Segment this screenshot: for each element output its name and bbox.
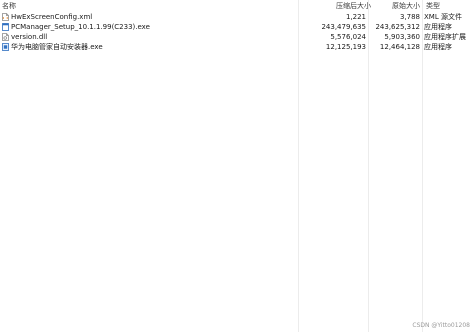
dll-file-icon xyxy=(2,33,9,41)
file-compressed-size: 5,576,024 xyxy=(330,33,366,41)
file-name: HwExScreenConfig.xml xyxy=(11,13,93,21)
file-type: 应用程序 xyxy=(424,23,452,31)
column-header-original-size[interactable]: 原始大小 xyxy=(392,1,420,11)
exe-file-icon xyxy=(2,23,9,31)
column-header-compressed-size[interactable]: 压缩后大小 xyxy=(336,1,371,11)
file-type: 应用程序扩展 xyxy=(424,33,466,41)
installer-exe-icon xyxy=(2,43,9,51)
file-row[interactable]: HwExScreenConfig.xml 1,221 3,788 XML 源文件 xyxy=(0,12,474,22)
watermark: CSDN @Yitto01208 xyxy=(412,322,470,329)
file-original-size: 3,788 xyxy=(399,13,420,21)
file-row[interactable]: 华为电脑管家自动安装器.exe 12,125,193 12,464,128 应用… xyxy=(0,42,474,52)
file-original-size: 5,903,360 xyxy=(384,33,420,41)
archive-file-list: 名称 压缩后大小 原始大小 类型 HwExScreenConfig.xml 1,… xyxy=(0,0,474,332)
file-compressed-size: 12,125,193 xyxy=(325,43,366,51)
file-row[interactable]: version.dll 5,576,024 5,903,360 应用程序扩展 xyxy=(0,32,474,42)
column-header-name[interactable]: 名称 xyxy=(2,1,16,11)
xml-file-icon xyxy=(2,13,9,21)
file-row[interactable]: PCManager_Setup_10.1.1.99(C233).exe 243,… xyxy=(0,22,474,32)
file-compressed-size: 243,479,635 xyxy=(321,23,366,31)
file-name: 华为电脑管家自动安装器.exe xyxy=(11,43,103,51)
file-type: XML 源文件 xyxy=(424,13,462,21)
file-original-size: 243,625,312 xyxy=(375,23,420,31)
file-type: 应用程序 xyxy=(424,43,452,51)
file-name: version.dll xyxy=(11,33,48,41)
list-header: 名称 压缩后大小 原始大小 类型 xyxy=(0,0,474,11)
file-compressed-size: 1,221 xyxy=(345,13,366,21)
column-header-type[interactable]: 类型 xyxy=(426,1,440,11)
file-original-size: 12,464,128 xyxy=(379,43,420,51)
file-name: PCManager_Setup_10.1.1.99(C233).exe xyxy=(11,23,150,31)
